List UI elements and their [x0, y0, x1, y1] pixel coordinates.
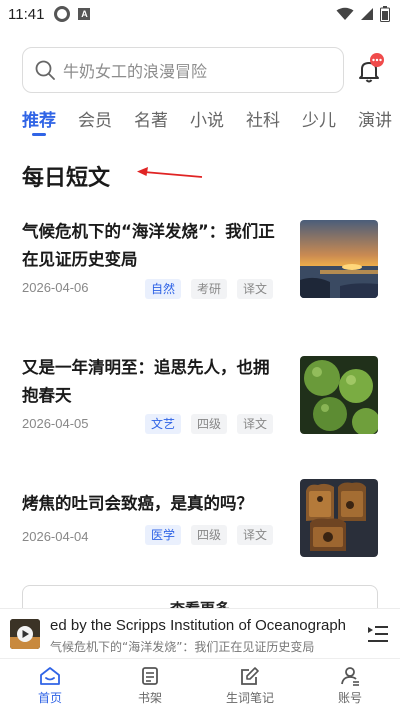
tab-recommend[interactable]: 推荐 [22, 106, 56, 136]
tab-children[interactable]: 少儿 [302, 106, 336, 136]
nav-home[interactable]: 首页 [0, 659, 100, 712]
nav-label: 书架 [137, 691, 162, 705]
article-date: 2026-04-06 [22, 280, 89, 295]
status-time: 11:41 [8, 5, 45, 23]
section-title: 每日短文 [22, 166, 111, 191]
article-tags: 文艺 四级 译文 [145, 414, 274, 434]
article-title: 又是一年清明至：追思先人，也拥抱春天 [22, 358, 270, 405]
playlist-icon[interactable] [368, 625, 388, 643]
mini-player[interactable]: ed by the Scripps Institution of Oceanog… [0, 608, 400, 658]
article-date: 2026-04-05 [22, 416, 89, 431]
player-article-title: 气候危机下的“海洋发烧”：我们正在见证历史变局 [50, 640, 315, 654]
bookshelf-icon [142, 667, 158, 685]
status-a-icon: A [78, 8, 91, 20]
nav-account[interactable]: 账号 [300, 659, 400, 712]
more-dots-icon [372, 58, 382, 62]
tag: 自然 [145, 279, 182, 299]
tag: 医学 [145, 525, 182, 545]
tab-novel[interactable]: 小说 [190, 106, 224, 136]
nav-label: 首页 [37, 691, 62, 705]
player-subtitle: ed by the Scripps Institution of Oceanog… [50, 617, 347, 634]
nav-bookshelf[interactable]: 书架 [100, 659, 200, 712]
category-tabs: 推荐 会员 名著 小说 社科 少儿 演讲 [22, 106, 400, 136]
tag: 文艺 [145, 414, 182, 434]
green-dumplings-icon [300, 356, 378, 434]
status-bar: 11:41 A [0, 0, 400, 28]
tag: 考研 [191, 279, 228, 299]
tag: 四级 [191, 414, 228, 434]
sunset-sea-icon [300, 220, 378, 298]
search-placeholder: 牛奶女工的浪漫冒险 [63, 62, 208, 81]
bottom-nav: 首页 书架 生词笔记 账号 [0, 658, 400, 712]
tag: 译文 [237, 525, 274, 545]
wifi-icon [336, 7, 354, 20]
notes-icon [241, 667, 259, 685]
article-item[interactable]: 烤焦的吐司会致癌，是真的吗？ 2026-04-04 医学 四级 译文 [22, 479, 378, 568]
home-icon [40, 667, 60, 685]
battery-icon [380, 6, 390, 22]
red-arrow-annotation [137, 167, 203, 178]
nav-label: 账号 [337, 691, 362, 705]
status-circle-icon [54, 6, 71, 22]
tag: 译文 [237, 414, 274, 434]
search-input[interactable]: 牛奶女工的浪漫冒险 [22, 47, 344, 93]
tag: 译文 [237, 279, 274, 299]
nav-notes[interactable]: 生词笔记 [200, 659, 300, 712]
signal-icon [361, 8, 373, 20]
player-cover-icon[interactable] [10, 619, 40, 649]
article-tags: 自然 考研 译文 [145, 279, 274, 299]
article-item[interactable]: 气候危机下的“海洋发烧”：我们正在见证历史变局 2026-04-06 自然 考研… [22, 218, 378, 299]
tab-member[interactable]: 会员 [78, 106, 112, 136]
notification-badge [370, 53, 384, 67]
status-right [336, 6, 390, 22]
tab-speech[interactable]: 演讲 [358, 106, 392, 136]
article-date: 2026-04-04 [22, 529, 89, 544]
nav-label: 生词笔记 [225, 691, 274, 705]
tab-classics[interactable]: 名著 [134, 106, 168, 136]
article-title: 气候危机下的“海洋发烧”：我们正在见证历史变局 [22, 222, 275, 269]
article-title: 烤焦的吐司会致癌，是真的吗？ [22, 494, 253, 513]
article-item[interactable]: 又是一年清明至：追思先人，也拥抱春天 2026-04-05 文艺 四级 译文 [22, 354, 378, 434]
article-tags: 医学 四级 译文 [145, 525, 274, 545]
tag: 四级 [191, 525, 228, 545]
search-icon [35, 60, 55, 80]
account-icon [341, 667, 359, 686]
burnt-toast-icon [300, 479, 378, 557]
tab-social-science[interactable]: 社科 [246, 106, 280, 136]
